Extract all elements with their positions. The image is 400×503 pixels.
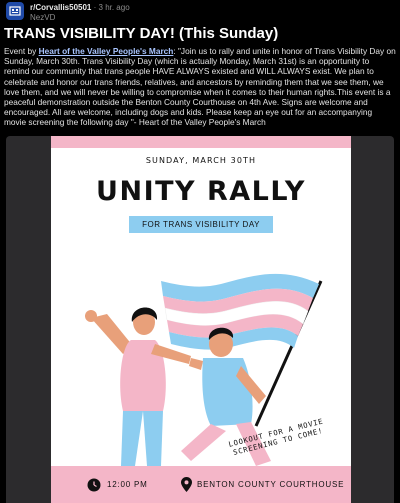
poster-date: SUNDAY, MARCH 30TH bbox=[145, 156, 257, 165]
map-pin-icon bbox=[181, 477, 192, 492]
organizer-link[interactable]: Heart of the Valley People's March bbox=[39, 46, 174, 56]
event-poster: SUNDAY, MARCH 30TH UNITY RALLY FOR TRANS… bbox=[51, 136, 351, 503]
meta-separator: · bbox=[93, 3, 97, 12]
body-prefix: Event by bbox=[4, 46, 39, 56]
post-author[interactable]: NezVD bbox=[30, 13, 55, 22]
post-meta: r/Corvallis50501 · 3 hr. ago bbox=[30, 3, 130, 12]
post-image[interactable]: SUNDAY, MARCH 30TH UNITY RALLY FOR TRANS… bbox=[6, 136, 394, 503]
poster-top-stripe bbox=[51, 136, 351, 148]
post-title[interactable]: TRANS VISIBILITY DAY! (This Sunday) bbox=[4, 25, 396, 42]
subreddit-link[interactable]: r/Corvallis50501 bbox=[30, 3, 91, 12]
subreddit-icon[interactable] bbox=[6, 2, 24, 20]
event-time: 12:00 PM bbox=[107, 480, 148, 489]
post-time: 3 hr. ago bbox=[98, 3, 130, 12]
event-location: BENTON COUNTY COURTHOUSE bbox=[197, 480, 345, 489]
post-header: r/Corvallis50501 · 3 hr. ago NezVD bbox=[6, 2, 394, 24]
poster-ribbon: FOR TRANS VISIBILITY DAY bbox=[129, 216, 273, 233]
poster-title: UNITY RALLY bbox=[96, 176, 306, 207]
post-body: Event by Heart of the Valley People's Ma… bbox=[4, 46, 396, 128]
body-text: : "Join us to rally and unite in honor o… bbox=[4, 46, 396, 128]
poster-footer: 12:00 PM BENTON COUNTY COURTHOUSE bbox=[51, 466, 351, 503]
clock-icon bbox=[87, 478, 101, 492]
